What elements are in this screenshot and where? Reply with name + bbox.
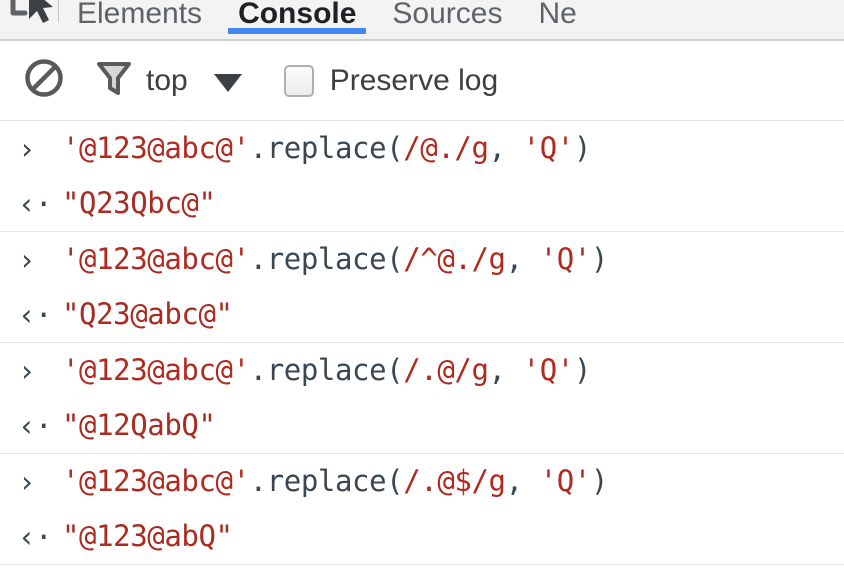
console-output-value: "Q23Qbc@" (62, 186, 216, 220)
tab-elements-label: Elements (77, 0, 203, 30)
console-message-group: › '@123@abc@'.replace(/@./g, 'Q') ‹· "Q2… (0, 121, 844, 232)
console-output-row[interactable]: ‹· "@12QabQ" (0, 398, 844, 453)
devtools-panel: Elements Console Sources Ne top Preserve… (0, 0, 844, 582)
console-input-expression: '@123@abc@'.replace(/^@./g, 'Q') (62, 245, 608, 274)
closing-paren: ) (573, 131, 591, 165)
argument-separator: , (488, 131, 523, 165)
argument-separator: , (505, 242, 540, 276)
console-input-row[interactable]: › '@123@abc@'.replace(/@./g, 'Q') (0, 121, 844, 176)
method-call: .replace( (249, 464, 404, 498)
console-input-row[interactable]: › '@123@abc@'.replace(/.@$/g, 'Q') (0, 454, 844, 509)
console-input-row[interactable]: › '@123@abc@'.replace(/.@/g, 'Q') (0, 343, 844, 398)
chevron-down-icon (213, 73, 242, 92)
closing-paren: ) (590, 242, 608, 276)
method-call: .replace( (249, 131, 404, 165)
regex-literal: /.@/g (403, 353, 489, 387)
output-chevron-icon: ‹· (18, 187, 53, 221)
input-chevron-icon: › (18, 243, 36, 277)
regex-literal: /@./g (403, 131, 489, 165)
console-toolbar: top Preserve log (0, 41, 844, 121)
inspect-element-button[interactable] (0, 0, 58, 33)
preserve-log-control[interactable]: Preserve log (283, 63, 499, 97)
console-output-row[interactable]: ‹· "@123@abQ" (0, 509, 844, 564)
string-literal: '@123@abc@' (62, 464, 250, 498)
string-literal: '@123@abc@' (62, 242, 250, 276)
console-output-row[interactable]: ‹· "Q23@abc@" (0, 287, 844, 342)
string-literal: '@123@abc@' (62, 353, 250, 387)
console-input-row[interactable]: › '@123@abc@'.replace(/^@./g, 'Q') (0, 232, 844, 287)
execution-context-selector[interactable]: top (146, 63, 242, 97)
console-output-value: "Q23@abc@" (62, 297, 233, 331)
execution-context-label: top (146, 63, 188, 97)
console-input-expression: '@123@abc@'.replace(/.@/g, 'Q') (62, 356, 591, 385)
argument-separator: , (505, 464, 540, 498)
preserve-log-checkbox[interactable] (283, 64, 314, 97)
console-output-row[interactable]: ‹· "Q23Qbc@" (0, 176, 844, 231)
closing-paren: ) (590, 464, 608, 498)
filter-funnel-icon (93, 57, 135, 104)
output-chevron-icon: ‹· (18, 409, 53, 443)
tab-network-label: Ne (538, 0, 577, 30)
tab-sources-label: Sources (392, 0, 503, 30)
inspect-element-cursor-icon (5, 0, 53, 36)
tab-console[interactable]: Console (220, 0, 374, 34)
console-message-group: › '@123@abc@'.replace(/.@/g, 'Q') ‹· "@1… (0, 343, 844, 454)
tab-network[interactable]: Ne (520, 0, 594, 33)
filter-button[interactable] (90, 55, 138, 107)
preserve-log-label: Preserve log (329, 63, 499, 97)
console-message-group: › '@123@abc@'.replace(/^@./g, 'Q') ‹· "Q… (0, 232, 844, 343)
replacement-literal: 'Q' (522, 353, 575, 387)
tab-console-label: Console (238, 0, 357, 30)
tab-sources[interactable]: Sources (374, 0, 520, 33)
console-output-value: "@12QabQ" (62, 408, 216, 442)
devtools-tabs: Elements Console Sources Ne (59, 0, 595, 34)
replacement-literal: 'Q' (539, 464, 592, 498)
input-chevron-icon: › (18, 132, 36, 166)
replacement-literal: 'Q' (539, 242, 592, 276)
string-literal: '@123@abc@' (62, 131, 250, 165)
console-message-group: › '@123@abc@'.replace(/.@$/g, 'Q') ‹· "@… (0, 454, 844, 565)
console-message-list[interactable]: › '@123@abc@'.replace(/@./g, 'Q') ‹· "Q2… (0, 121, 844, 582)
console-input-expression: '@123@abc@'.replace(/.@$/g, 'Q') (62, 467, 608, 496)
clear-console-icon (23, 57, 65, 104)
output-chevron-icon: ‹· (18, 520, 53, 554)
argument-separator: , (488, 353, 523, 387)
tab-elements[interactable]: Elements (59, 0, 220, 33)
regex-literal: /.@$/g (403, 464, 506, 498)
console-input-expression: '@123@abc@'.replace(/@./g, 'Q') (62, 134, 591, 163)
devtools-tabstrip: Elements Console Sources Ne (0, 0, 844, 41)
input-chevron-icon: › (18, 465, 36, 499)
regex-literal: /^@./g (403, 242, 506, 276)
replacement-literal: 'Q' (522, 131, 575, 165)
console-output-value: "@123@abQ" (62, 519, 233, 553)
method-call: .replace( (249, 242, 404, 276)
input-chevron-icon: › (18, 354, 36, 388)
closing-paren: ) (573, 353, 591, 387)
clear-console-button[interactable] (20, 55, 68, 107)
output-chevron-icon: ‹· (18, 298, 53, 332)
method-call: .replace( (249, 353, 404, 387)
